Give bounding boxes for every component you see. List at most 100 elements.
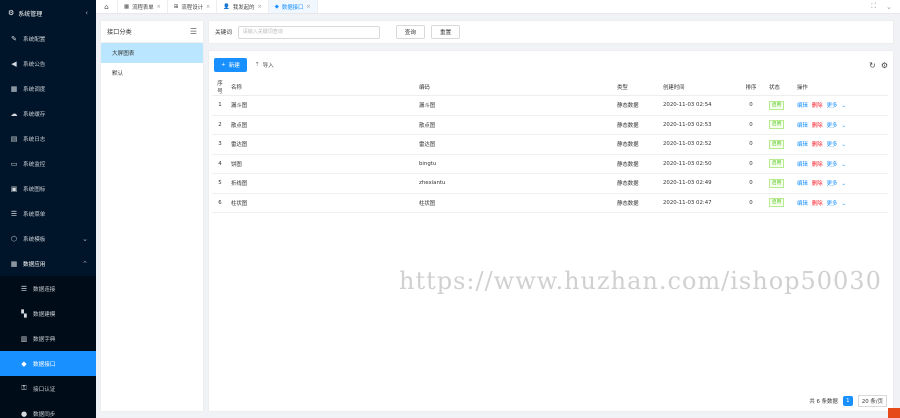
table-header-row: 序号 名称 编码 类型 创建时间 排序 状态 操作	[212, 79, 888, 96]
sidebar-item-label: 数据字典	[33, 336, 56, 343]
delete-link[interactable]: 删除	[812, 181, 823, 187]
table-row: 3 雷达图 雷达图 静态数据 2020-11-03 02:52 0 启用 编辑 删除 更多 ⌄	[212, 134, 888, 155]
delete-link[interactable]: 删除	[812, 103, 823, 109]
table-cell-no: 3	[212, 134, 228, 155]
sidebar-item[interactable]: ☰ 系统菜单	[0, 201, 96, 226]
more-link[interactable]: 更多	[827, 201, 838, 207]
sidebar-item[interactable]: ▚ 数据建模	[0, 301, 96, 326]
sidebar-item[interactable]: ⚿ 接口认证	[0, 376, 96, 401]
sidebar-item[interactable]: ▣ 系统图标	[0, 176, 96, 201]
refresh-icon[interactable]: ↻	[869, 61, 876, 70]
more-link[interactable]: 更多	[827, 123, 838, 129]
edit-link[interactable]: 编辑	[797, 181, 808, 187]
chevron-down-icon[interactable]: ⌄	[841, 142, 846, 148]
chevron-down-icon[interactable]: ⌄	[886, 3, 892, 11]
column-header: 名称	[228, 79, 416, 96]
edit-link[interactable]: 编辑	[797, 162, 808, 168]
table-cell-status: 启用	[766, 95, 794, 116]
page-size-select[interactable]: 20 条/页	[857, 395, 887, 407]
chevron-up-icon: ⌃	[82, 259, 88, 268]
page-number[interactable]: 1	[842, 396, 853, 406]
sidebar-item[interactable]: ▤ 系统日志	[0, 126, 96, 151]
tab[interactable]: ◆ 数据接口 ×	[268, 0, 318, 13]
home-tab[interactable]: ⌂	[96, 0, 118, 13]
sidebar-item[interactable]: ☁ 系统缓存	[0, 101, 96, 126]
sidebar-item[interactable]: ▭ 系统监控	[0, 151, 96, 176]
column-header: 创建时间	[660, 79, 736, 96]
chevron-down-icon[interactable]: ⌄	[841, 181, 846, 187]
sidebar-item[interactable]: ▦ 系统调度	[0, 76, 96, 101]
table-cell-status: 启用	[766, 154, 794, 174]
chevron-down-icon[interactable]: ⌄	[841, 103, 846, 109]
import-button[interactable]: ⇡ 导入	[255, 61, 274, 69]
more-link[interactable]: 更多	[827, 103, 838, 109]
table-cell-type: 静态数据	[614, 95, 660, 116]
sidebar-item-label: 数据同步	[33, 411, 56, 418]
sidebar-item[interactable]: ▥ 数据字典	[0, 326, 96, 351]
tab[interactable]: 👤 我发起的 ×	[217, 0, 269, 13]
close-icon[interactable]: ×	[157, 4, 161, 10]
total-count: 共 6 条数据	[809, 399, 838, 405]
category-item[interactable]: 默认	[101, 63, 203, 83]
tab-list: ▦ 流程表单 × ⊞ 流程设计 × 👤 我发起的 × ◆ 数据接口 ×	[118, 0, 318, 13]
interface-icon: ◆	[21, 359, 27, 368]
table-cell-code: 漏斗图	[416, 95, 614, 116]
delete-link[interactable]: 删除	[812, 162, 823, 168]
sidebar-item-label: 系统图标	[23, 186, 46, 193]
chevron-down-icon[interactable]: ⌄	[841, 201, 846, 207]
table-cell-status: 启用	[766, 193, 794, 213]
sidebar-title[interactable]: ⚙ 系统管理 ‹	[0, 0, 96, 26]
close-icon[interactable]: ×	[306, 4, 310, 10]
tab-label: 数据接口	[281, 4, 304, 11]
sidebar-item[interactable]: ◀ 系统公告	[0, 51, 96, 76]
table-cell-no: 4	[212, 154, 228, 174]
chevron-down-icon[interactable]: ⌄	[841, 123, 846, 129]
table-cell-actions: 编辑 删除 更多 ⌄	[794, 193, 888, 213]
more-link[interactable]: 更多	[827, 162, 838, 168]
main-area: 关键词 查询 重置 + 新建 ⇡ 导入 ↻ ⚙ 序号 名称	[208, 20, 894, 412]
chevron-down-icon[interactable]: ⌄	[841, 162, 846, 168]
delete-link[interactable]: 删除	[812, 201, 823, 207]
column-header: 类型	[614, 79, 660, 96]
edit-link[interactable]: 编辑	[797, 123, 808, 129]
edit-link[interactable]: 编辑	[797, 103, 808, 109]
settings-icon[interactable]: ⚙	[881, 61, 888, 70]
menu-icon[interactable]: ☰	[190, 27, 197, 36]
sidebar-item[interactable]: ◆ 数据接口	[0, 351, 96, 376]
tab[interactable]: ▦ 流程表单 ×	[118, 0, 168, 13]
more-link[interactable]: 更多	[827, 142, 838, 148]
sidebar-item[interactable]: ✎ 系统配置	[0, 26, 96, 51]
add-button[interactable]: + 新建	[214, 58, 247, 72]
sidebar-item[interactable]: ▦ 数据应用 ⌃	[0, 251, 96, 276]
more-link[interactable]: 更多	[827, 181, 838, 187]
close-icon[interactable]: ×	[257, 4, 261, 10]
sidebar-item[interactable]: ☰ 数据连接	[0, 276, 96, 301]
table-cell-code: bingtu	[416, 154, 614, 174]
delete-link[interactable]: 删除	[812, 123, 823, 129]
edit-link[interactable]: 编辑	[797, 142, 808, 148]
tab[interactable]: ⊞ 流程设计 ×	[168, 0, 218, 13]
sidebar-item[interactable]: ● 数据同步	[0, 401, 96, 418]
keyword-input[interactable]	[237, 25, 380, 39]
table-cell-type: 静态数据	[614, 115, 660, 135]
fullscreen-icon[interactable]: ⛶	[871, 2, 876, 11]
data-table: 序号 名称 编码 类型 创建时间 排序 状态 操作 1 漏斗图 漏斗图 静态数据 202…	[212, 79, 888, 213]
delete-link[interactable]: 删除	[812, 142, 823, 148]
query-button[interactable]: 查询	[395, 25, 425, 39]
table-row: 2 散点图 散点图 静态数据 2020-11-03 02:53 0 启用 编辑 删除 更多 ⌄	[212, 115, 888, 135]
chevron-left-icon: ‹	[85, 9, 88, 17]
table-cell-code: zhexiantu	[416, 173, 614, 194]
table-cell-sort: 0	[736, 115, 766, 135]
table-cell-name: 柱状图	[228, 193, 416, 213]
key-icon: ⚿	[21, 384, 27, 392]
category-item[interactable]: 大屏图表	[101, 43, 203, 63]
cloud-icon: ☁	[10, 109, 18, 118]
tab-icon: 👤	[223, 3, 230, 10]
edit-link[interactable]: 编辑	[797, 201, 808, 207]
close-icon[interactable]: ×	[206, 4, 210, 10]
upload-icon: ⇡	[254, 62, 260, 68]
menu-icon: ☰	[10, 209, 18, 218]
sidebar-item[interactable]: ⬡ 系统模板 ⌄	[0, 226, 96, 251]
reset-button[interactable]: 重置	[431, 25, 461, 39]
tab-label: 流程表单	[132, 4, 154, 11]
